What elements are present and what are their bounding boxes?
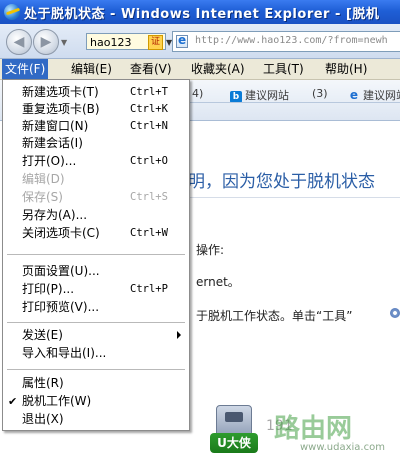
menu-item-shortcut: Ctrl+T: [130, 86, 168, 98]
menu-separator: [7, 369, 185, 370]
divider: [190, 197, 400, 198]
menu-item-page-setup[interactable]: 页面设置(U)...: [3, 263, 189, 280]
address-bar[interactable]: http://www.hao123.com/?from=newh: [172, 31, 400, 52]
menu-item-label: 重复选项卡(B): [22, 102, 100, 116]
menu-item-shortcut: Ctrl+W: [130, 227, 168, 239]
menu-item-properties[interactable]: 属性(R): [3, 375, 189, 392]
search-provider-tag[interactable]: 证: [147, 35, 163, 50]
fav-link-2[interactable]: e 建议网站: [348, 87, 400, 103]
menu-item-label: 新建窗口(N): [22, 119, 89, 133]
menu-item-new-window[interactable]: 新建窗口(N) Ctrl+N: [3, 118, 189, 135]
navigation-bar: ◀ ▶ ▼ hao123 证 ▼ http://www.hao123.com/?…: [0, 24, 400, 59]
menu-separator: [7, 254, 185, 255]
checkmark-icon: ✔: [8, 395, 18, 408]
menu-item-shortcut: Ctrl+N: [130, 120, 168, 132]
menu-item-new-tab[interactable]: 新建选项卡(T) Ctrl+T: [3, 84, 189, 101]
menu-item-print[interactable]: 打印(P)... Ctrl+P: [3, 281, 189, 298]
address-url: http://www.hao123.com/?from=newh: [195, 35, 388, 46]
menu-file[interactable]: 文件(F): [2, 59, 49, 79]
menu-item-edit: 编辑(D): [3, 171, 189, 188]
menu-edit[interactable]: 编辑(E): [68, 59, 115, 79]
menu-item-exit[interactable]: 退出(X): [3, 411, 189, 428]
menu-item-work-offline[interactable]: ✔ 脱机工作(W): [3, 393, 189, 410]
menu-item-label: 属性(R): [22, 376, 64, 390]
watermark-brand: 路由网: [274, 414, 353, 444]
fav-link-1[interactable]: b 建议网站: [230, 87, 289, 103]
menu-item-shortcut: Ctrl+K: [130, 103, 168, 115]
submenu-arrow-icon: [177, 331, 181, 339]
menu-help[interactable]: 帮助(H): [322, 59, 370, 79]
back-button[interactable]: ◀: [6, 29, 32, 55]
menu-item-label: 新建选项卡(T): [22, 85, 99, 99]
fav-count-1: 4): [192, 87, 204, 100]
forward-arrow-icon: ▶: [40, 34, 52, 50]
menu-item-label: 另存为(A)...: [22, 208, 88, 222]
offline-heading: 明，因为您处于脱机状态: [188, 172, 375, 192]
tab-strip: [190, 102, 400, 121]
ie-logo-icon: [4, 4, 20, 20]
menu-item-shortcut: Ctrl+O: [130, 155, 168, 167]
menu-item-label: 新建会话(I): [22, 136, 83, 150]
search-value: hao123: [90, 36, 132, 49]
content-line-3: 于脱机工作状态。单击“工具”: [196, 309, 353, 323]
menu-item-label: 编辑(D): [22, 172, 65, 186]
menu-item-save: 保存(S) Ctrl+S: [3, 189, 189, 206]
menu-item-shortcut: Ctrl+P: [130, 283, 168, 295]
fav-count-2: (3): [312, 87, 328, 100]
menu-item-label: 页面设置(U)...: [22, 264, 100, 278]
history-dropdown-icon[interactable]: ▼: [61, 38, 67, 47]
menu-bar: 文件(F) 编辑(E) 查看(V) 收藏夹(A) 工具(T) 帮助(H): [0, 59, 400, 80]
menu-item-label: 导入和导出(I)...: [22, 346, 107, 360]
menu-item-import-export[interactable]: 导入和导出(I)...: [3, 345, 189, 362]
menu-item-label: 关闭选项卡(C): [22, 226, 100, 240]
menu-item-label: 退出(X): [22, 412, 64, 426]
menu-item-label: 打印(P)...: [22, 282, 75, 296]
menu-item-open[interactable]: 打开(O)... Ctrl+O: [3, 153, 189, 170]
menu-item-label: 发送(E): [22, 328, 63, 342]
forward-button[interactable]: ▶: [33, 29, 59, 55]
title-bar: 处于脱机状态 - Windows Internet Explorer - [脱机: [0, 0, 400, 24]
menu-item-shortcut: Ctrl+S: [130, 191, 168, 203]
menu-item-duplicate-tab[interactable]: 重复选项卡(B) Ctrl+K: [3, 101, 189, 118]
watermark-logo: U大侠: [206, 405, 262, 457]
menu-item-send[interactable]: 发送(E): [3, 327, 189, 344]
fav-link-1-label: 建议网站: [245, 89, 289, 102]
watermark-logo-text: U大侠: [210, 433, 258, 453]
menu-item-new-session[interactable]: 新建会话(I): [3, 135, 189, 152]
ie-page-icon: e: [349, 88, 359, 102]
back-arrow-icon: ◀: [13, 34, 25, 50]
menu-item-close-tab[interactable]: 关闭选项卡(C) Ctrl+W: [3, 225, 189, 242]
menu-item-save-as[interactable]: 另存为(A)...: [3, 207, 189, 224]
menu-tools[interactable]: 工具(T): [260, 59, 307, 79]
menu-favorites[interactable]: 收藏夹(A): [188, 59, 248, 79]
file-menu-dropdown: 新建选项卡(T) Ctrl+T 重复选项卡(B) Ctrl+K 新建窗口(N) Ctr…: [2, 79, 190, 431]
window-title: 处于脱机状态 - Windows Internet Explorer - [脱机: [24, 7, 380, 22]
menu-item-label: 脱机工作(W): [22, 394, 92, 408]
page-icon: [176, 33, 188, 48]
menu-separator: [7, 322, 185, 323]
fav-link-2-label: 建议网站: [363, 89, 400, 102]
content-line-1: 操作:: [196, 243, 225, 257]
menu-item-print-preview[interactable]: 打印预览(V)...: [3, 299, 189, 316]
menu-item-label: 打印预览(V)...: [22, 300, 100, 314]
gear-icon: [390, 308, 400, 318]
content-line-2: ernet。: [196, 275, 240, 289]
search-input[interactable]: hao123 证: [86, 33, 166, 50]
menu-item-label: 保存(S): [22, 190, 63, 204]
menu-item-label: 打开(O)...: [22, 154, 77, 168]
watermark-url: www.udaxia.com: [300, 442, 385, 453]
menu-view[interactable]: 查看(V): [127, 59, 175, 79]
